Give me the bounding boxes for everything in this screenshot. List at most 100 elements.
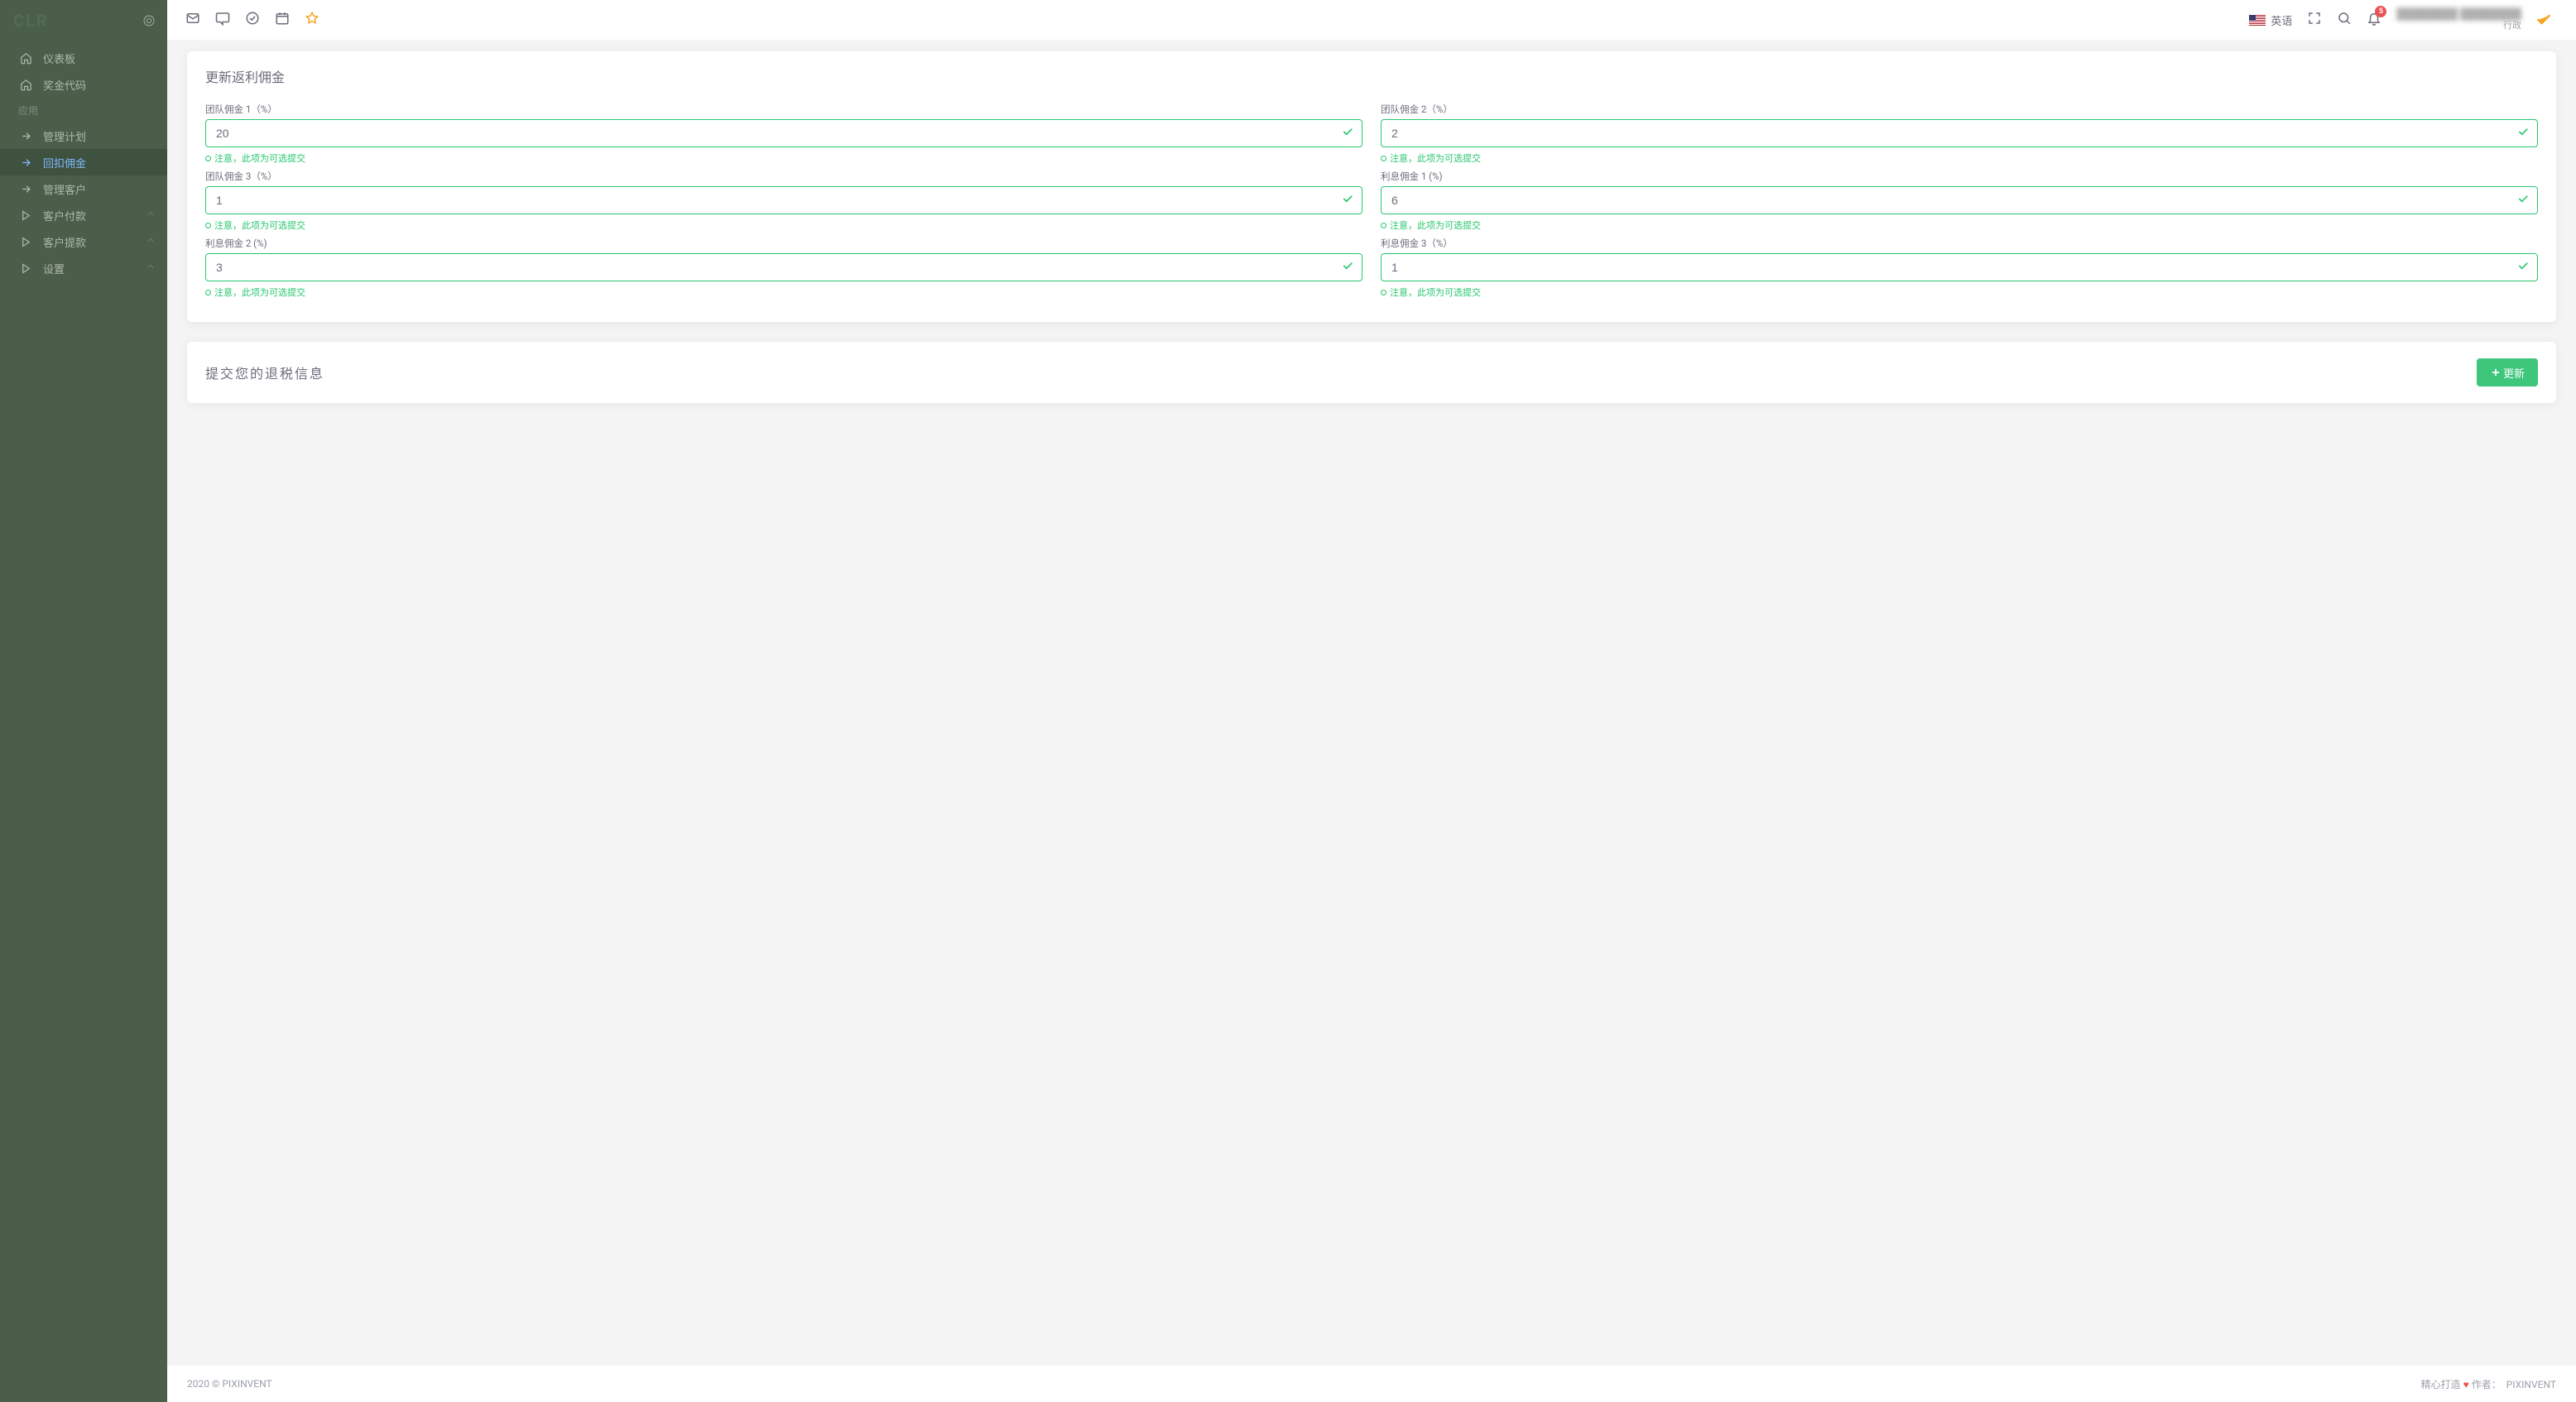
play-icon <box>18 236 33 248</box>
nav-primary: 仪表板 奖金代码 应用 管理计划 回扣佣金 管理客户 客户付款 客户提款 <box>0 41 167 281</box>
main-area: 英语 5 ████████ ████████ 行政 更新返利佣金 团队佣金 1（ <box>167 0 2576 1402</box>
arrow-right-icon <box>18 130 33 142</box>
nav-item-manage-customer[interactable]: 管理客户 <box>0 175 167 202</box>
check-icon <box>1341 192 1354 209</box>
user-text: ████████ ████████ 行政 <box>2396 9 2521 31</box>
star-icon[interactable] <box>305 11 320 29</box>
optional-hint: 注意，此项为可选提交 <box>205 286 1362 299</box>
nav-label: 客户提款 <box>43 234 146 250</box>
arrow-right-icon <box>18 183 33 195</box>
collapse-target-icon[interactable] <box>142 14 156 27</box>
input-wrap <box>205 253 1362 281</box>
nav-label: 回扣佣金 <box>43 155 156 170</box>
notification-badge: 5 <box>2375 6 2386 17</box>
field-team-commission-1: 团队佣金 1（%） 注意，此项为可选提交 <box>205 103 1362 170</box>
notifications-icon[interactable]: 5 <box>2367 11 2381 29</box>
chevron-up-icon <box>146 262 156 275</box>
hint-text: 注意，此项为可选提交 <box>214 151 305 165</box>
field-label: 利息佣金 3（%） <box>1381 237 2538 250</box>
us-flag-icon <box>2249 15 2266 26</box>
hint-dot-icon <box>205 156 211 161</box>
field-label: 利息佣金 2 (%) <box>205 237 1362 250</box>
check-circle-icon[interactable] <box>245 11 260 29</box>
chevron-up-icon <box>146 209 156 222</box>
field-label: 团队佣金 3（%） <box>205 170 1362 183</box>
card-submit-tax: 提交您的退税信息 更新 <box>187 342 2556 403</box>
chat-icon[interactable] <box>215 11 230 29</box>
footer-author: PIXINVENT <box>2506 1379 2556 1390</box>
calendar-icon[interactable] <box>275 11 290 29</box>
search-icon[interactable] <box>2337 11 2352 29</box>
user-name: ████████ ████████ <box>2396 9 2521 21</box>
home-icon <box>18 79 33 91</box>
check-icon <box>2516 192 2530 209</box>
optional-hint: 注意，此项为可选提交 <box>205 218 1362 232</box>
brand-row: CLR <box>0 0 167 41</box>
heart-icon: ♥ <box>2463 1379 2469 1390</box>
nav-item-customer-withdraw[interactable]: 客户提款 <box>0 228 167 255</box>
mail-icon[interactable] <box>185 11 200 29</box>
field-label: 团队佣金 2（%） <box>1381 103 2538 116</box>
interest-commission-2-input[interactable] <box>205 253 1362 281</box>
nav-item-bonus-code[interactable]: 奖金代码 <box>0 71 167 98</box>
interest-commission-3-input[interactable] <box>1381 253 2538 281</box>
team-commission-1-input[interactable] <box>205 119 1362 147</box>
avatar <box>2530 6 2558 34</box>
arrow-right-icon <box>18 156 33 169</box>
check-icon <box>2516 125 2530 142</box>
hint-text: 注意，此项为可选提交 <box>214 286 305 299</box>
input-wrap <box>1381 119 2538 147</box>
form-grid: 团队佣金 1（%） 注意，此项为可选提交 团队佣金 2（%） <box>205 103 2538 304</box>
field-label: 团队佣金 1（%） <box>205 103 1362 116</box>
optional-hint: 注意，此项为可选提交 <box>1381 286 2538 299</box>
interest-commission-1-input[interactable] <box>1381 186 2538 214</box>
user-role: 行政 <box>2396 21 2521 31</box>
page-content: 更新返利佣金 团队佣金 1（%） 注意，此项为可选提交 团队佣金 2（%） <box>167 40 2576 1366</box>
update-button-label: 更新 <box>2503 365 2525 381</box>
hint-text: 注意，此项为可选提交 <box>1390 151 1481 165</box>
nav-label: 管理客户 <box>43 181 156 197</box>
nav-label: 客户付款 <box>43 208 146 223</box>
footer-crafted: 精心打造 <box>2421 1379 2461 1390</box>
plus-icon <box>2490 367 2502 378</box>
play-icon <box>18 209 33 222</box>
card-rebate-commission: 更新返利佣金 团队佣金 1（%） 注意，此项为可选提交 团队佣金 2（%） <box>187 51 2556 322</box>
nav-item-customer-payment[interactable]: 客户付款 <box>0 202 167 228</box>
card-title: 更新返利佣金 <box>187 51 2556 94</box>
nav-section-apps: 应用 <box>0 98 167 122</box>
input-wrap <box>205 186 1362 214</box>
team-commission-3-input[interactable] <box>205 186 1362 214</box>
input-wrap <box>1381 253 2538 281</box>
field-team-commission-3: 团队佣金 3（%） 注意，此项为可选提交 <box>205 170 1362 237</box>
nav-item-manage-plan[interactable]: 管理计划 <box>0 122 167 149</box>
update-button[interactable]: 更新 <box>2477 358 2538 387</box>
nav-item-dashboard[interactable]: 仪表板 <box>0 45 167 71</box>
play-icon <box>18 262 33 275</box>
home-icon <box>18 52 33 65</box>
footer-author-label: 作者： <box>2472 1379 2502 1390</box>
hint-dot-icon <box>1381 290 1387 295</box>
hint-text: 注意，此项为可选提交 <box>1390 218 1481 232</box>
submit-title: 提交您的退税信息 <box>205 363 324 382</box>
topbar: 英语 5 ████████ ████████ 行政 <box>167 0 2576 40</box>
field-interest-commission-1: 利息佣金 1 (%) 注意，此项为可选提交 <box>1381 170 2538 237</box>
hint-dot-icon <box>205 223 211 228</box>
nav-label: 设置 <box>43 261 146 276</box>
fullscreen-icon[interactable] <box>2307 11 2322 29</box>
input-wrap <box>1381 186 2538 214</box>
field-interest-commission-2: 利息佣金 2 (%) 注意，此项为可选提交 <box>205 237 1362 304</box>
team-commission-2-input[interactable] <box>1381 119 2538 147</box>
optional-hint: 注意，此项为可选提交 <box>205 151 1362 165</box>
nav-item-settings[interactable]: 设置 <box>0 255 167 281</box>
user-menu[interactable]: ████████ ████████ 行政 <box>2396 6 2558 34</box>
optional-hint: 注意，此项为可选提交 <box>1381 151 2538 165</box>
nav-label: 奖金代码 <box>43 77 156 93</box>
field-interest-commission-3: 利息佣金 3（%） 注意，此项为可选提交 <box>1381 237 2538 304</box>
language-switch[interactable]: 英语 <box>2249 12 2292 28</box>
card-body: 团队佣金 1（%） 注意，此项为可选提交 团队佣金 2（%） <box>187 94 2556 322</box>
footer-left: 2020 © PIXINVENT <box>187 1378 272 1390</box>
nav-item-rebate-commission[interactable]: 回扣佣金 <box>0 149 167 175</box>
chevron-up-icon <box>146 235 156 248</box>
brand-logo: CLR <box>13 11 49 31</box>
hint-dot-icon <box>1381 156 1387 161</box>
